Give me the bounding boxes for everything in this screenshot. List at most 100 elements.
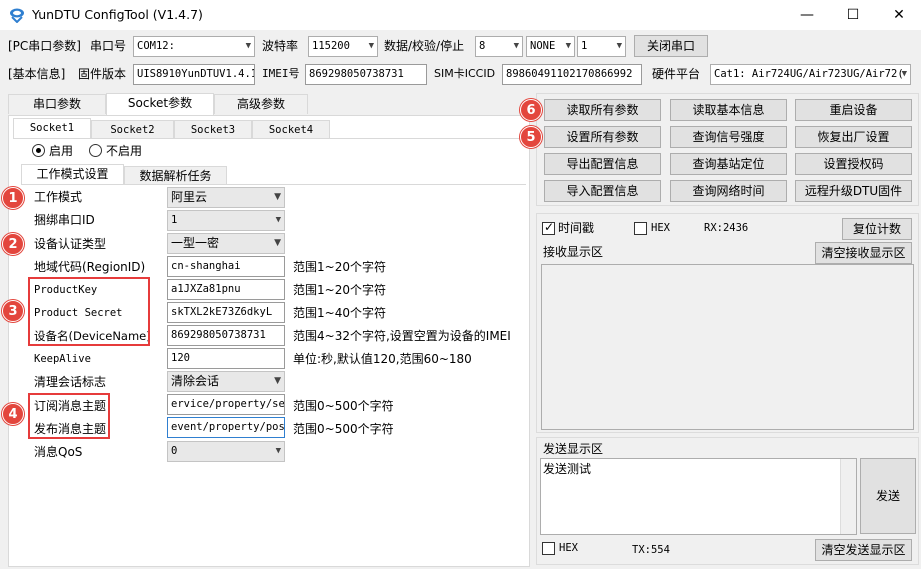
tab-advanced-params[interactable]: 高级参数 xyxy=(214,94,308,114)
send-button[interactable]: 发送 xyxy=(860,458,916,534)
tab-data-parse[interactable]: 数据解析任务 xyxy=(124,166,227,184)
chevron-down-icon: ▼ xyxy=(901,69,907,79)
receive-hex-label: HEX xyxy=(651,222,670,234)
pc-serial-section-label: [PC串口参数] xyxy=(8,39,81,53)
stop-bits-select[interactable]: 1 ▼ xyxy=(577,36,626,57)
reset-count-button[interactable]: 复位计数 xyxy=(842,218,912,240)
send-textarea[interactable]: 发送测试 xyxy=(540,458,857,535)
chevron-down-icon: ▼ xyxy=(513,41,519,51)
product-secret-hint: 范围1~40个字符 xyxy=(293,306,386,320)
import-config-button[interactable]: 导入配置信息 xyxy=(544,180,661,202)
send-area-label: 发送显示区 xyxy=(543,442,604,456)
query-time-button[interactable]: 查询网络时间 xyxy=(670,180,787,202)
bind-serial-select[interactable]: 1 ▼ xyxy=(167,210,285,231)
close-icon: ✕ xyxy=(893,7,905,23)
iccid-field[interactable]: 89860491102170866992 xyxy=(502,64,642,85)
platform-value: Cat1: Air724UG/Air723UG/Air72( xyxy=(714,68,904,80)
receive-textarea[interactable] xyxy=(541,264,914,430)
stop-bits-value: 1 xyxy=(581,40,588,52)
sub-topic-input[interactable]: ervice/property/set xyxy=(167,394,285,415)
platform-select[interactable]: Cat1: Air724UG/Air723UG/Air72(▼ xyxy=(710,64,911,85)
socket-tab-divider xyxy=(13,138,526,139)
data-bits-select[interactable]: 8 ▼ xyxy=(475,36,523,57)
sub-tab-divider xyxy=(21,184,526,185)
export-config-button[interactable]: 导出配置信息 xyxy=(544,153,661,175)
read-basic-info-button[interactable]: 读取基本信息 xyxy=(670,99,787,121)
platform-label: 硬件平台 xyxy=(652,67,701,81)
enable-radio[interactable] xyxy=(32,144,45,157)
pub-topic-input[interactable]: event/property/post xyxy=(167,417,285,438)
firmware-label: 固件版本 xyxy=(78,67,127,81)
tab-socket2[interactable]: Socket2 xyxy=(91,120,174,138)
factory-reset-button[interactable]: 恢复出厂设置 xyxy=(795,126,912,148)
highlight-frame-topics xyxy=(28,393,110,439)
set-all-params-button[interactable]: 设置所有参数 xyxy=(544,126,661,148)
region-input[interactable]: cn-shanghai xyxy=(167,256,285,277)
tab-socket4[interactable]: Socket4 xyxy=(252,120,330,138)
set-auth-code-button[interactable]: 设置授权码 xyxy=(795,153,912,175)
product-secret-input[interactable]: skTXL2kE73Z6dkyL xyxy=(167,302,285,323)
firmware-field[interactable]: UIS8910YunDTUV1.4.1 xyxy=(133,64,255,85)
qos-label: 消息QoS xyxy=(34,445,83,459)
keepalive-label: KeepAlive xyxy=(34,353,91,365)
auth-type-label: 设备认证类型 xyxy=(34,237,107,251)
serial-port-label: 串口号 xyxy=(90,39,127,53)
baud-label: 波特率 xyxy=(262,39,299,53)
send-hex-label: HEX xyxy=(559,542,578,554)
work-mode-select[interactable]: 阿里云 ▼ xyxy=(167,187,285,208)
qos-value: 0 xyxy=(171,445,178,457)
imei-label: IMEI号 xyxy=(262,67,300,80)
timestamp-checkbox[interactable] xyxy=(542,220,555,235)
tab-serial-params[interactable]: 串口参数 xyxy=(8,94,106,114)
imei-field[interactable]: 869298050738731 xyxy=(305,64,427,85)
tab-work-mode[interactable]: 工作模式设置 xyxy=(21,164,124,184)
clear-send-button[interactable]: 清空发送显示区 xyxy=(815,539,912,561)
auth-type-select[interactable]: 一型一密 ▼ xyxy=(167,233,285,254)
disable-radio[interactable] xyxy=(89,144,102,157)
send-text: 发送测试 xyxy=(543,462,592,476)
chevron-down-icon: ▼ xyxy=(274,376,281,386)
minimize-icon: — xyxy=(800,7,814,23)
close-serial-button[interactable]: 关闭串口 xyxy=(634,35,708,57)
serial-port-select[interactable]: COM12: ▼ xyxy=(133,36,255,57)
tab-socket3[interactable]: Socket3 xyxy=(174,120,252,138)
sub-topic-hint: 范围0~500个字符 xyxy=(293,399,394,413)
close-window-button[interactable]: ✕ xyxy=(876,0,921,30)
step-badge-3: 3 xyxy=(2,300,24,322)
query-location-button[interactable]: 查询基站定位 xyxy=(670,153,787,175)
basic-info-section-label: [基本信息] xyxy=(8,67,66,81)
receive-hex-checkbox[interactable] xyxy=(634,222,647,235)
tab-socket-params[interactable]: Socket参数 xyxy=(106,93,214,115)
tab-socket1[interactable]: Socket1 xyxy=(13,118,91,138)
keepalive-input[interactable]: 120 xyxy=(167,348,285,369)
step-badge-1: 1 xyxy=(2,187,24,209)
maximize-button[interactable]: ☐ xyxy=(830,0,876,30)
disable-label: 不启用 xyxy=(106,144,143,158)
read-all-params-button[interactable]: 读取所有参数 xyxy=(544,99,661,121)
restart-device-button[interactable]: 重启设备 xyxy=(795,99,912,121)
window-title: YunDTU ConfigTool (V1.4.7) xyxy=(32,7,203,22)
step-badge-6: 6 xyxy=(520,99,542,121)
qos-select[interactable]: 0 ▼ xyxy=(167,441,285,462)
region-hint: 范围1~20个字符 xyxy=(293,260,386,274)
device-name-hint: 范围4~32个字符,设置空置为设备的IMEI xyxy=(293,329,511,343)
tx-count: TX:554 xyxy=(632,544,670,556)
parity-select[interactable]: NONE ▼ xyxy=(526,36,575,57)
work-mode-value: 阿里云 xyxy=(171,190,208,204)
chevron-down-icon: ▼ xyxy=(245,41,251,51)
step-badge-2: 2 xyxy=(2,233,24,255)
parity-value: NONE xyxy=(530,40,556,52)
query-signal-button[interactable]: 查询信号强度 xyxy=(670,126,787,148)
serial-port-value: COM12: xyxy=(137,40,175,52)
step-badge-4: 4 xyxy=(2,403,24,425)
send-hex-checkbox[interactable] xyxy=(542,542,555,555)
clean-session-select[interactable]: 清除会话 ▼ xyxy=(167,371,285,392)
remote-upgrade-button[interactable]: 远程升级DTU固件 xyxy=(795,180,912,202)
product-key-input[interactable]: a1JXZa81pnu xyxy=(167,279,285,300)
minimize-button[interactable]: — xyxy=(784,0,830,30)
clear-receive-button[interactable]: 清空接收显示区 xyxy=(815,242,912,264)
device-name-input[interactable]: 869298050738731 xyxy=(167,325,285,346)
baud-select[interactable]: 115200 ▼ xyxy=(308,36,378,57)
send-scrollbar[interactable] xyxy=(840,459,856,534)
chevron-down-icon: ▼ xyxy=(274,192,281,202)
